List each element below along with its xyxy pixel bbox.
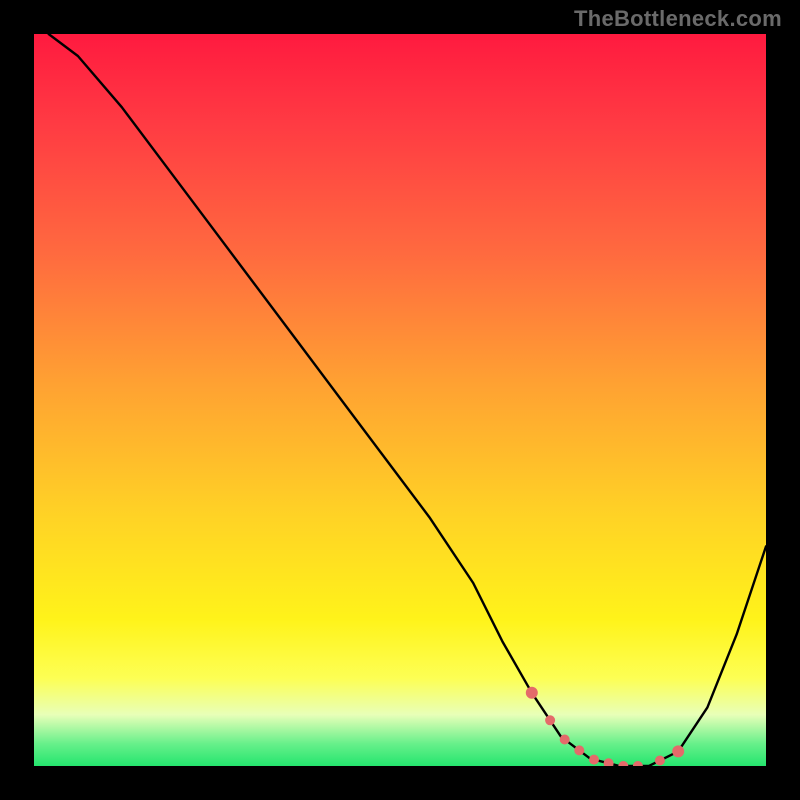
optimal-dot — [633, 761, 643, 766]
optimal-dot — [526, 687, 538, 699]
optimal-dot — [545, 715, 555, 725]
optimal-dot — [655, 756, 665, 766]
bottleneck-curve — [49, 34, 766, 766]
optimal-dot — [589, 755, 599, 765]
optimal-dot — [604, 758, 614, 766]
plot-inner — [34, 34, 766, 766]
optimal-dot — [672, 745, 684, 757]
plot-area — [34, 34, 766, 766]
chart-container: TheBottleneck.com — [0, 0, 800, 800]
watermark: TheBottleneck.com — [574, 6, 782, 32]
optimal-dots — [526, 687, 684, 766]
optimal-dot — [574, 745, 584, 755]
curve-svg — [34, 34, 766, 766]
optimal-dot — [560, 735, 570, 745]
optimal-dot — [618, 761, 628, 766]
